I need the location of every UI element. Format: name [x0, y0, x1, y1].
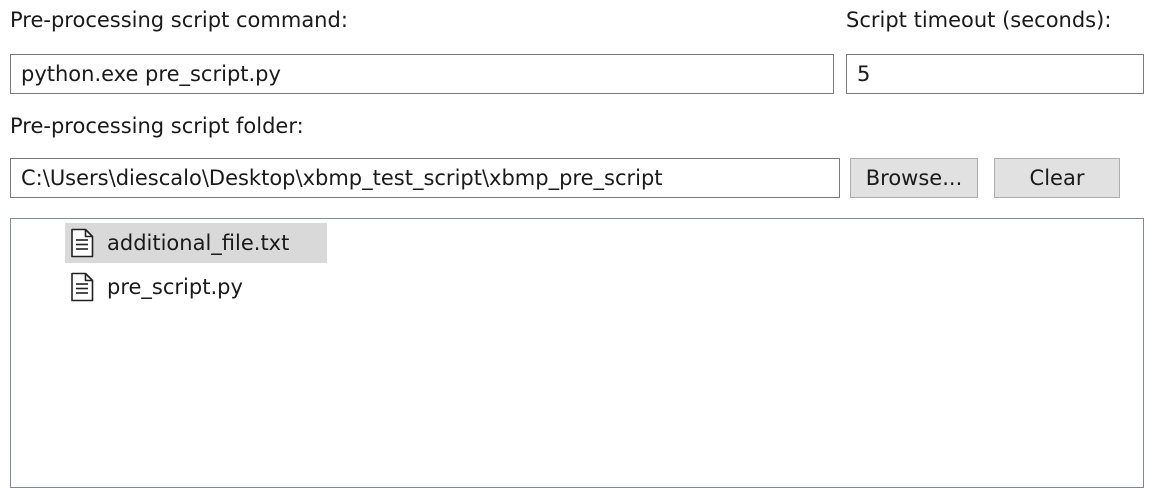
file-list[interactable]: additional_file.txt pre_script.py [10, 218, 1144, 488]
file-name: pre_script.py [107, 275, 243, 299]
command-input[interactable]: python.exe pre_script.py [10, 54, 834, 94]
clear-button[interactable]: Clear [994, 158, 1120, 198]
file-name: additional_file.txt [107, 231, 290, 255]
browse-button[interactable]: Browse... [850, 158, 978, 198]
list-item[interactable]: additional_file.txt [65, 223, 327, 263]
command-label: Pre-processing script command: [10, 8, 348, 32]
list-item[interactable]: pre_script.py [65, 267, 285, 307]
folder-label: Pre-processing script folder: [10, 114, 304, 138]
timeout-label: Script timeout (seconds): [846, 8, 1112, 32]
timeout-input[interactable]: 5 [846, 54, 1144, 94]
text-file-icon [71, 228, 94, 258]
text-file-icon [71, 272, 94, 302]
folder-input[interactable]: C:\Users\diescalo\Desktop\xbmp_test_scri… [10, 158, 840, 198]
